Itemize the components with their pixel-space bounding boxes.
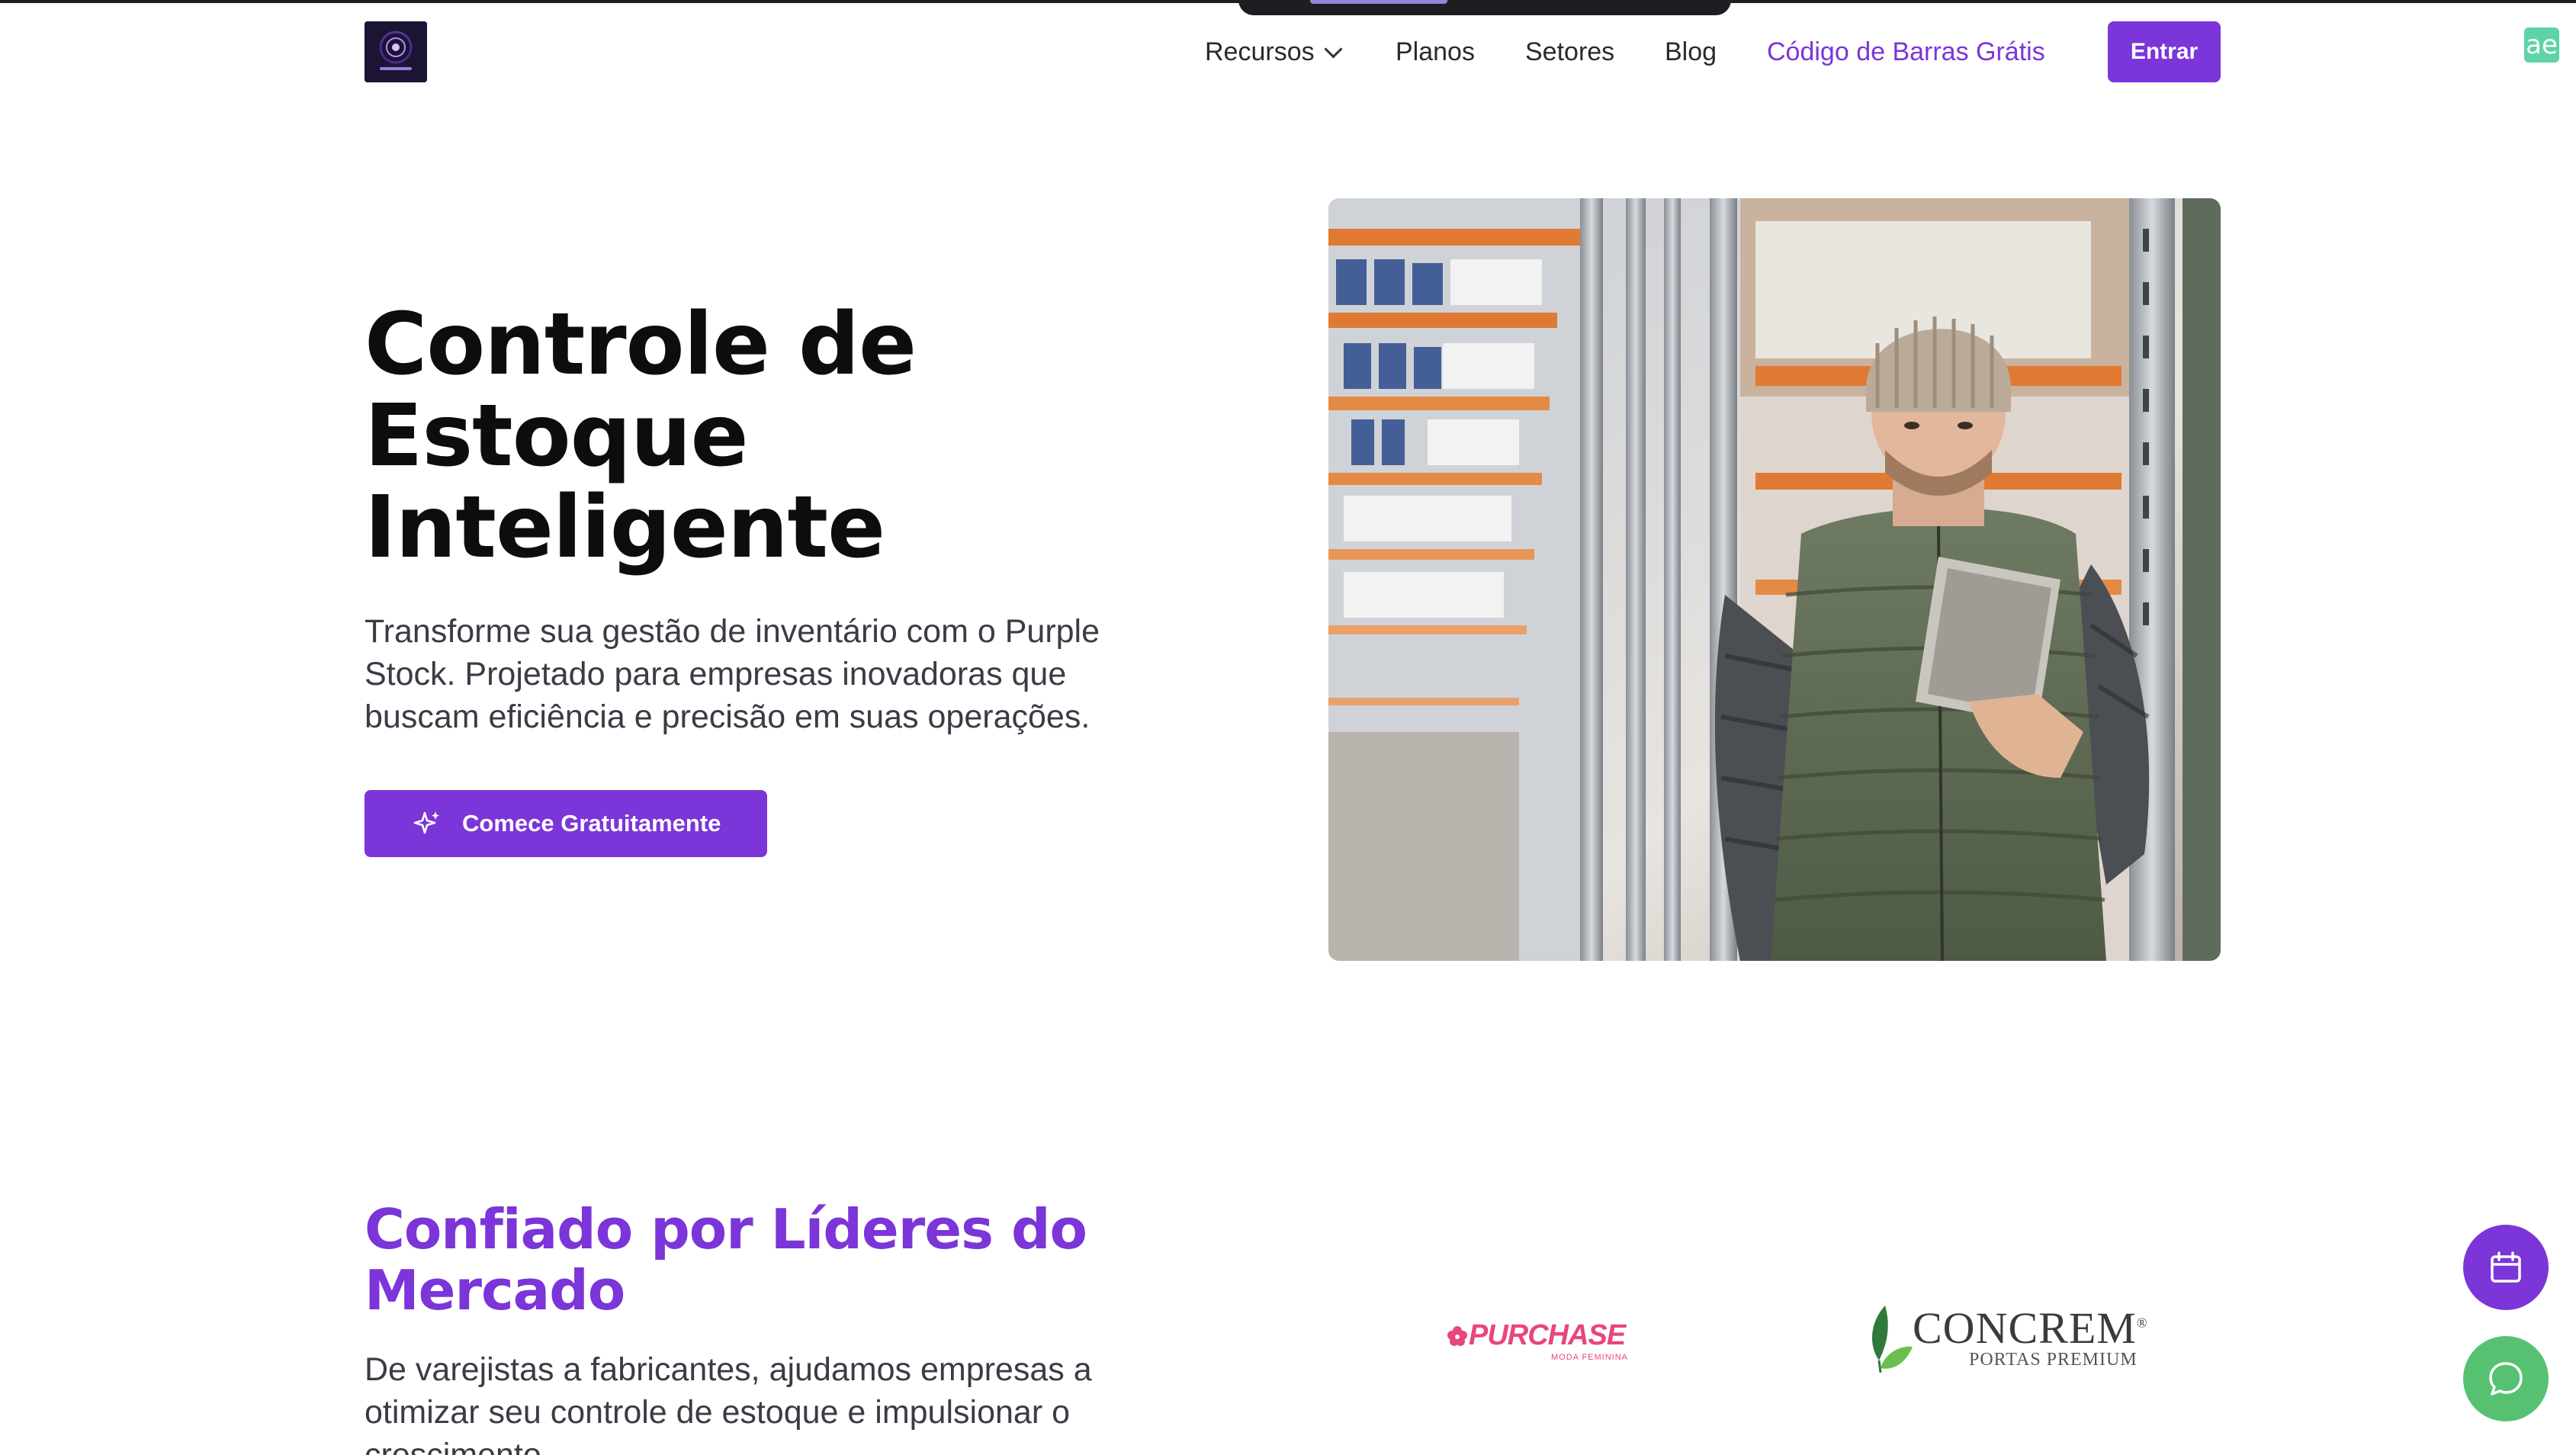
warehouse-worker-illustration [1328, 198, 2221, 961]
purchase-client-logo: PURCHASE MODA FEMININA [1446, 1319, 1636, 1365]
purple-stock-logo-mark [365, 21, 427, 82]
login-button[interactable]: Entrar [2108, 21, 2221, 82]
concrem-client-logo: CONCREM® PORTAS PREMIUM [1862, 1299, 2167, 1383]
purchase-logo-subtitle: MODA FEMININA [1551, 1353, 1629, 1362]
schedule-demo-button[interactable] [2463, 1225, 2549, 1310]
nav-planos[interactable]: Planos [1396, 29, 1475, 75]
notch-indicator [1310, 0, 1447, 4]
start-free-label: Comece Gratuitamente [462, 810, 721, 837]
flower-icon [1447, 1325, 1467, 1346]
hero-image [1328, 198, 2221, 961]
purchase-logo-text: PURCHASE [1469, 1319, 1626, 1351]
hero-description: Transforme sua gestão de inventário com … [365, 613, 1100, 735]
concrem-registered-mark: ® [2136, 1315, 2148, 1331]
sparkles-icon [413, 811, 439, 834]
nav-codigo-de-barras[interactable]: Código de Barras Grátis [1767, 29, 2045, 75]
start-free-button[interactable]: Comece Gratuitamente [365, 790, 767, 857]
nav-recursos-label: Recursos [1205, 37, 1315, 66]
concrem-logo-name: CONCREM® [1913, 1302, 2148, 1354]
leaf-icon [1871, 1306, 1913, 1373]
whatsapp-chat-button[interactable] [2463, 1336, 2549, 1421]
nav-blog[interactable]: Blog [1665, 29, 1717, 75]
purple-stock-logo[interactable] [365, 21, 427, 82]
calendar-icon [2491, 1251, 2521, 1283]
nav-recursos[interactable]: Recursos [1205, 29, 1343, 75]
nav-setores[interactable]: Setores [1525, 29, 1614, 75]
trust-section-title: Confiado por Líderes do Mercado [365, 1197, 1087, 1322]
concrem-logo-text: CONCREM [1913, 1303, 2137, 1353]
concrem-logo-tagline: PORTAS PREMIUM [1969, 1350, 2138, 1370]
browser-extension-icon[interactable]: ae [2524, 27, 2559, 63]
chat-bubble-icon [2489, 1362, 2523, 1396]
trust-section-description: De varejistas a fabricantes, ajudamos em… [365, 1351, 1092, 1455]
hero-title: Controle de Estoque Inteligente [365, 295, 917, 577]
chevron-down-icon [1324, 40, 1343, 59]
